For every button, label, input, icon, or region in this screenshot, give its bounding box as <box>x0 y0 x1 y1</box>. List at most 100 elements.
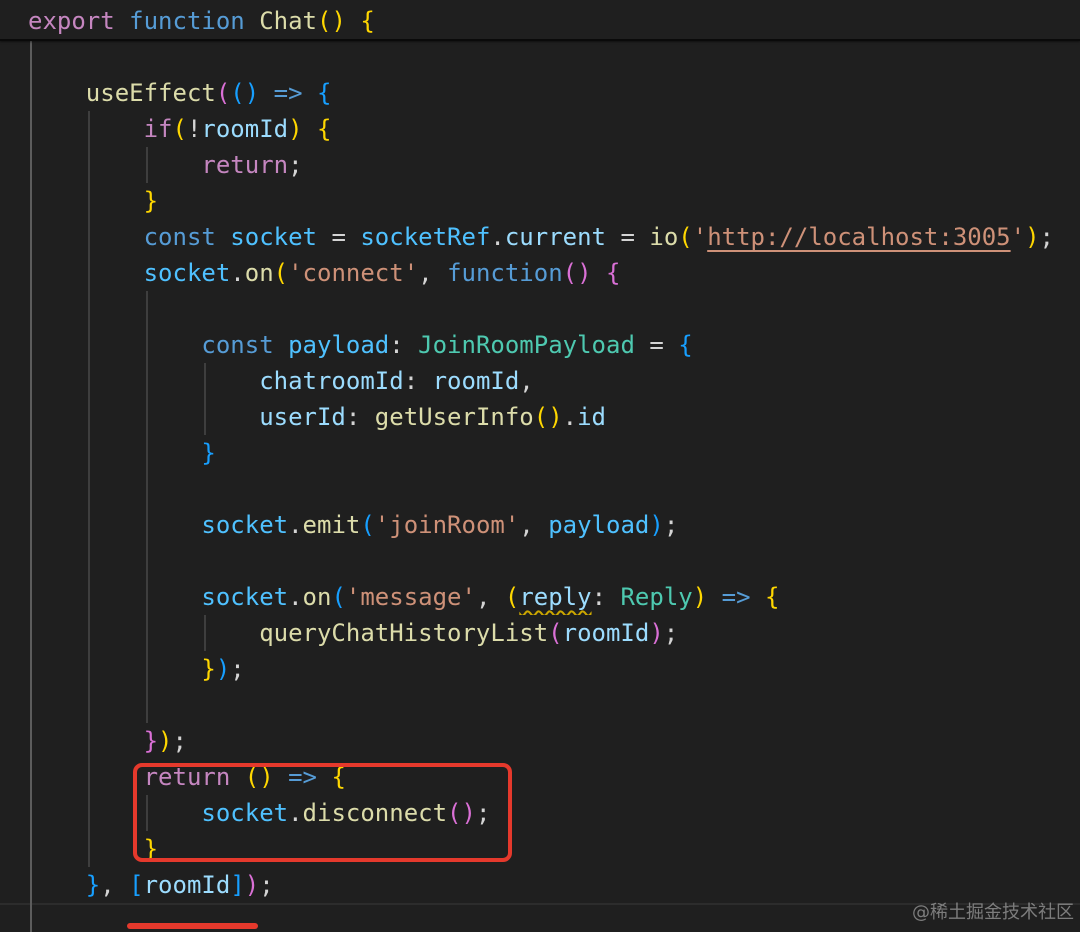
storage-keyword-token: function <box>129 7 245 35</box>
bracket-token: ( <box>317 7 332 35</box>
code-line[interactable] <box>0 687 1080 723</box>
code-line[interactable]: socket.on('message', (reply: Reply) => { <box>0 579 1080 615</box>
sticky-code-line[interactable]: export function Chat() { <box>0 3 1080 39</box>
code-line[interactable] <box>0 39 1080 75</box>
bracket-token: ) <box>1025 223 1040 251</box>
storage-keyword-token: function <box>447 259 563 287</box>
bracket-token: ) <box>548 403 563 431</box>
punctuation-token <box>259 79 273 107</box>
bracket-token: ( <box>360 511 375 539</box>
code-line[interactable]: } <box>0 435 1080 471</box>
constant-token: socket <box>201 511 289 539</box>
string-token: 'message' <box>345 583 476 611</box>
code-line[interactable]: socket.emit('joinRoom', payload); <box>0 507 1080 543</box>
code-line[interactable]: useEffect(() => { <box>0 75 1080 111</box>
url-link[interactable]: http://localhost:3005 <box>707 223 1010 251</box>
punctuation-token: = <box>634 331 679 359</box>
punctuation-token: . <box>490 223 505 251</box>
code-line[interactable] <box>0 291 1080 327</box>
code-line[interactable]: return; <box>0 147 1080 183</box>
code-line[interactable]: const payload: JoinRoomPayload = { <box>0 327 1080 363</box>
variable-token: roomId <box>432 367 520 395</box>
keyword-token: return <box>201 151 289 179</box>
code-line[interactable]: }, [roomId]); <box>0 867 1080 903</box>
bracket-token: { <box>317 115 332 143</box>
bracket-token: ) <box>649 619 664 647</box>
punctuation-token <box>115 7 129 35</box>
code-line[interactable]: }); <box>0 723 1080 759</box>
bracket-token: ( <box>230 79 245 107</box>
bracket-token: ) <box>158 727 173 755</box>
code-line[interactable]: if(!roomId) { <box>0 111 1080 147</box>
bracket-token: ( <box>548 619 563 647</box>
punctuation-token <box>274 331 288 359</box>
code-line[interactable]: }); <box>0 651 1080 687</box>
function-name-token: io <box>649 223 679 251</box>
bracket-token: ( <box>562 259 578 287</box>
code-line[interactable] <box>0 543 1080 579</box>
constant-token: socketRef <box>360 223 491 251</box>
code-line[interactable]: const socket = socketRef.current = io('h… <box>0 219 1080 255</box>
function-name-token: useEffect <box>85 79 216 107</box>
constant-token: socket <box>143 259 231 287</box>
bracket-token: { <box>360 7 375 35</box>
storage-keyword-token: const <box>201 331 274 359</box>
punctuation-token: ; <box>663 511 679 539</box>
variable-token: userId <box>259 403 346 431</box>
code-line[interactable] <box>0 471 1080 507</box>
punctuation-token: : <box>403 367 433 395</box>
sticky-scroll-header[interactable]: export function Chat() { <box>0 0 1080 39</box>
type-name-token: Reply <box>620 583 693 611</box>
bracket-token: [ <box>129 871 144 899</box>
punctuation-token: ; <box>1039 223 1054 251</box>
string-token: ' <box>1010 223 1026 251</box>
watermark: @稀土掘金技术社区 <box>912 902 1074 923</box>
code-line[interactable]: userId: getUserInfo().id <box>0 399 1080 435</box>
string-token: ' <box>692 223 708 251</box>
punctuation-token: : <box>345 403 375 431</box>
bracket-token: ( <box>504 583 520 611</box>
variable-token: chatroomId <box>259 367 404 395</box>
punctuation-token: , <box>418 259 448 287</box>
bracket-token: ( <box>215 79 231 107</box>
bracket-token: ) <box>244 79 260 107</box>
punctuation-token <box>303 115 317 143</box>
code-line[interactable]: } <box>0 183 1080 219</box>
bracket-token: ) <box>215 655 231 683</box>
function-name-token: on <box>244 259 274 287</box>
code-editor[interactable]: export function Chat() { useEffect(() =>… <box>0 0 1080 932</box>
function-name-token: Chat <box>259 7 317 35</box>
code-line[interactable]: queryChatHistoryList(roomId); <box>0 615 1080 651</box>
constant-token: payload <box>548 511 650 539</box>
code-line[interactable]: socket.on('connect', function() { <box>0 255 1080 291</box>
bracket-token: ( <box>172 115 187 143</box>
punctuation-token <box>592 259 606 287</box>
keyword-token: export <box>28 7 115 35</box>
storage-keyword-token: const <box>143 223 216 251</box>
bracket-token: ) <box>244 871 260 899</box>
code-line[interactable]: chatroomId: roomId, <box>0 363 1080 399</box>
bracket-token: ( <box>533 403 549 431</box>
punctuation-token: : <box>389 331 419 359</box>
punctuation-token: ; <box>172 727 187 755</box>
string-token: 'joinRoom' <box>374 511 520 539</box>
constant-token: socket <box>230 223 317 251</box>
punctuation-token: = <box>317 223 361 251</box>
variable-token: roomId <box>143 871 231 899</box>
bracket-token: } <box>201 439 216 467</box>
punctuation-token: , <box>519 367 534 395</box>
